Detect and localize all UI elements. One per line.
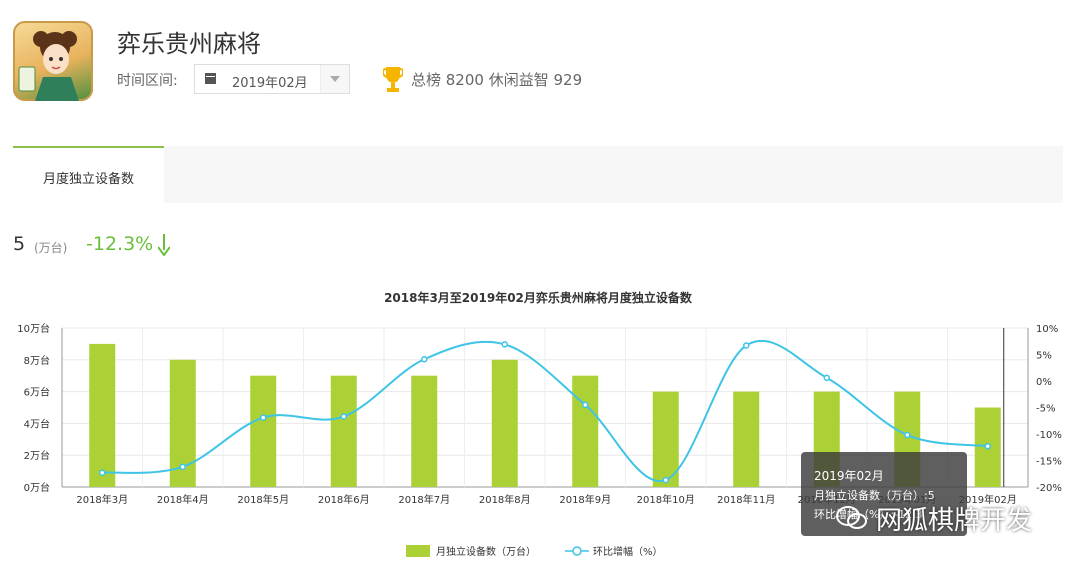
y-left-tick-label: 2万台	[24, 449, 50, 462]
x-tick-label: 2018年10月	[637, 493, 695, 506]
growth-point	[99, 469, 106, 476]
y-left-tick-label: 0万台	[24, 481, 50, 494]
x-tick-label: 2018年7月	[398, 493, 450, 506]
bar	[733, 391, 760, 487]
x-tick-label: 2018年9月	[559, 493, 611, 506]
growth-point	[984, 442, 991, 450]
app-title: 弈乐贵州麻将	[117, 30, 261, 58]
x-tick-label: 2018年11月	[717, 493, 775, 506]
legend-label-bar: 月独立设备数（万台）	[436, 545, 536, 558]
x-tick-label: 2018年8月	[479, 493, 531, 506]
y-right-tick-label: -20%	[1036, 483, 1062, 494]
legend-swatch-point	[572, 546, 582, 556]
date-select[interactable]: 2019年02月	[194, 64, 350, 94]
x-tick-label: 2018年3月	[76, 493, 128, 506]
legend-label-line: 环比增幅（%）	[593, 545, 663, 558]
x-tick-label: 2018年4月	[157, 493, 209, 506]
legend-swatch-bar	[406, 545, 430, 557]
bar	[330, 375, 357, 487]
app-icon	[13, 21, 93, 101]
arrow-down-icon	[158, 234, 170, 256]
dropdown-toggle[interactable]	[320, 65, 349, 93]
tab-bar: 月度独立设备数	[13, 146, 1063, 203]
bar	[572, 375, 599, 487]
chart-title: 2018年3月至2019年02月弈乐贵州麻将月度独立设备数	[384, 290, 693, 305]
metric-unit: (万台)	[34, 241, 68, 255]
tooltip-title: 2019年02月	[814, 469, 884, 483]
y-right-tick-label: -15%	[1036, 457, 1062, 468]
rank-text: 总榜 8200 休闲益智 929	[411, 71, 583, 89]
y-right-tick-label: -10%	[1036, 430, 1062, 441]
metric-change: -12.3%	[86, 233, 154, 255]
growth-point	[501, 341, 508, 348]
y-right-tick-label: -5%	[1036, 404, 1055, 415]
y-right-tick-label: 0%	[1036, 377, 1052, 388]
y-right-tick-label: 5%	[1036, 351, 1052, 362]
chevron-down-icon	[330, 76, 340, 82]
calendar-icon	[205, 73, 216, 84]
growth-point	[421, 356, 428, 363]
growth-point	[260, 414, 267, 421]
tab-monthly-devices[interactable]: 月度独立设备数	[13, 146, 164, 203]
y-left-tick-label: 8万台	[24, 354, 50, 367]
growth-point	[340, 413, 347, 420]
y-left-tick-label: 4万台	[24, 417, 50, 430]
watermark: 网狐棋牌开发	[836, 500, 1032, 537]
growth-point	[179, 463, 186, 471]
y-left-tick-label: 10万台	[17, 322, 50, 335]
date-select-value: 2019年02月	[232, 76, 308, 91]
y-left-tick-label: 6万台	[24, 386, 50, 399]
metric-value: 5	[13, 233, 26, 255]
growth-point	[823, 374, 830, 382]
growth-point	[582, 401, 589, 409]
growth-point	[662, 476, 669, 484]
growth-point	[743, 342, 750, 349]
x-tick-label: 2018年5月	[237, 493, 289, 506]
bar	[491, 359, 518, 487]
date-range-label: 时间区间:	[117, 73, 178, 89]
trophy-icon	[383, 67, 403, 92]
x-tick-label: 2018年6月	[318, 493, 370, 506]
growth-point	[904, 431, 911, 439]
y-right-tick-label: 10%	[1036, 324, 1058, 335]
bar	[411, 375, 438, 487]
tab-label: 月度独立设备数	[42, 172, 134, 187]
watermark-text: 网狐棋牌开发	[876, 506, 1033, 536]
bar	[89, 343, 116, 487]
bar	[250, 375, 277, 487]
